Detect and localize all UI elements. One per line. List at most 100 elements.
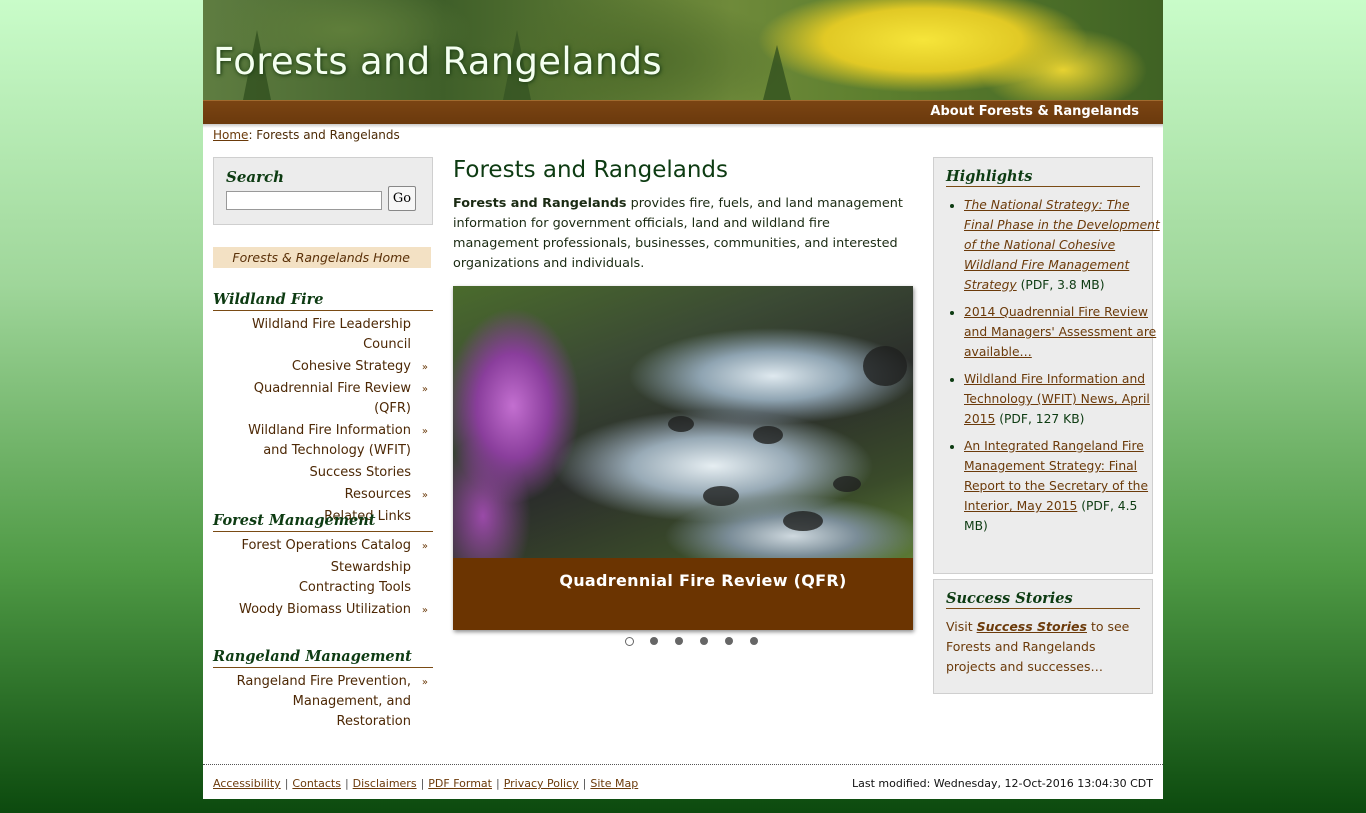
search-go-button[interactable]: Go [388,186,416,211]
highlights-box: Highlights The National Strategy: The Fi… [933,157,1160,574]
footer-links: Accessibility | Contacts | Disclaimers | PDF F… [213,777,638,790]
slide-image-detail [863,346,907,386]
highlight-item: The National Strategy: The Final Phase i… [964,195,1162,295]
site-title: Forests and Rangelands [213,40,662,83]
nav-item-stewardship-contracting[interactable]: Stewardship Contracting Tools [213,558,433,598]
nav-section-title: Wildland Fire [213,291,433,311]
nav-item-label: Quadrennial Fire Review (QFR) [253,381,411,416]
search-input[interactable] [226,191,382,210]
nav-item-label: Cohesive Strategy [291,359,411,374]
about-link[interactable]: About Forests & Rangelands [930,104,1139,119]
footer-link-site-map[interactable]: Site Map [590,777,638,790]
slideshow[interactable]: Quadrennial Fire Review (QFR) [453,286,913,630]
slide-image[interactable] [453,286,913,558]
nav-item-qfr[interactable]: Quadrennial Fire Review (QFR) » [213,379,433,419]
nav-item-resources[interactable]: Resources » [213,485,433,505]
search-heading: Search [226,168,285,186]
success-stories-text: Visit Success Stories to see Forests and… [946,617,1146,677]
nav-item-label: Resources [344,487,411,502]
highlight-item: 2014 Quadrennial Fire Review and Manager… [964,302,1162,362]
search-box: Search Go [213,157,433,225]
nav-list: Wildland Fire Leadership Council Cohesiv… [213,315,433,527]
footer-link-disclaimers[interactable]: Disclaimers [353,777,417,790]
submenu-arrow-icon: » [421,426,428,437]
nav-item-success-stories[interactable]: Success Stories [213,463,433,483]
highlights-title: Highlights [946,168,1140,187]
footer-link-privacy-policy[interactable]: Privacy Policy [504,777,579,790]
top-nav-bar: About Forests & Rangelands [203,100,1163,125]
nav-item-rangeland-fire-prevention[interactable]: Rangeland Fire Prevention, Management, a… [213,672,433,732]
slide-dot-5[interactable] [725,637,733,645]
nav-list: Rangeland Fire Prevention, Management, a… [213,672,433,732]
footer-separator: | [344,777,349,790]
footer-link-pdf-format[interactable]: PDF Format [428,777,492,790]
banner-tree-decoration [763,45,791,100]
nav-item-label: Forest Operations Catalog [241,538,411,553]
page-title: Forests and Rangelands [453,157,729,183]
main-content: Forests and Rangelands Forests and Range… [453,157,913,646]
submenu-arrow-icon: » [421,605,428,616]
nav-list: Forest Operations Catalog » Stewardship C… [213,536,433,620]
footer-link-accessibility[interactable]: Accessibility [213,777,281,790]
nav-item-label: Wildland Fire Leadership Council [251,317,411,352]
slide-image-detail [783,511,823,531]
submenu-arrow-icon: » [421,677,428,688]
breadcrumb: Home: Forests and Rangelands [213,128,400,142]
nav-section-rangeland-management: Rangeland Management Rangeland Fire Prev… [213,648,433,734]
footer-link-contacts[interactable]: Contacts [292,777,341,790]
slide-image-detail [703,486,739,506]
submenu-arrow-icon: » [421,384,428,395]
footer-divider [203,764,1163,765]
highlight-suffix: (PDF, 3.8 MB) [1016,278,1105,292]
success-stories-box: Success Stories Visit Success Stories to… [933,579,1153,694]
success-link-label: Success Stories [976,619,1087,634]
left-sidebar: Search Go Forests & Rangelands Home Wild… [213,157,433,729]
success-text-pre: Visit [946,619,977,634]
nav-item-label: Success Stories [309,465,412,480]
intro-bold: Forests and Rangelands [453,196,627,211]
home-nav-link[interactable]: Forests & Rangelands Home [213,247,431,268]
breadcrumb-current: Forests and Rangelands [256,128,400,142]
nav-item-forest-ops-catalog[interactable]: Forest Operations Catalog » [213,536,433,556]
highlight-link[interactable]: 2014 Quadrennial Fire Review and Manager… [964,305,1156,359]
last-modified: Last modified: Wednesday, 12-Oct-2016 13… [852,777,1153,790]
slide-caption-bar: Quadrennial Fire Review (QFR) [453,558,913,630]
nav-item-woody-biomass[interactable]: Woody Biomass Utilization » [213,600,433,620]
nav-item-label: Wildland Fire Information and Technology… [248,423,411,458]
slide-dot-2[interactable] [650,637,658,645]
slide-dot-1[interactable] [625,637,634,646]
breadcrumb-home-link[interactable]: Home [213,128,248,142]
highlight-suffix: (PDF, 127 KB) [995,412,1085,426]
submenu-arrow-icon: » [421,362,428,373]
slide-caption[interactable]: Quadrennial Fire Review (QFR) [453,571,953,590]
success-stories-title: Success Stories [946,590,1140,609]
footer-separator: | [420,777,425,790]
nav-section-wildland-fire: Wildland Fire Wildland Fire Leadership C… [213,291,433,529]
success-stories-link[interactable]: Success Stories [977,619,1087,634]
nav-section-title: Forest Management [213,512,433,532]
header-banner: Forests and Rangelands [203,0,1163,100]
highlights-list: The National Strategy: The Final Phase i… [948,195,1162,543]
nav-section-forest-management: Forest Management Forest Operations Cata… [213,512,433,622]
slide-image-detail [753,426,783,444]
slide-dot-4[interactable] [700,637,708,645]
highlight-item: An Integrated Rangeland Fire Management … [964,436,1162,536]
slide-dot-3[interactable] [675,637,683,645]
page-container: Forests and Rangelands About Forests & R… [203,0,1163,799]
footer-separator: | [284,777,289,790]
nav-item-wfit[interactable]: Wildland Fire Information and Technology… [213,421,433,461]
nav-section-title: Rangeland Management [213,648,433,668]
nav-item-label: Woody Biomass Utilization [238,602,411,617]
slide-image-detail [668,416,694,432]
nav-item-wflc[interactable]: Wildland Fire Leadership Council [213,315,433,355]
nav-item-label: Rangeland Fire Prevention, Management, a… [236,674,411,729]
nav-item-label: Stewardship Contracting Tools [298,560,411,595]
submenu-arrow-icon: » [421,541,428,552]
highlight-item: Wildland Fire Information and Technology… [964,369,1162,429]
slide-dot-6[interactable] [750,637,758,645]
slide-image-detail [833,476,861,492]
nav-item-cohesive-strategy[interactable]: Cohesive Strategy » [213,357,433,377]
footer-separator: | [495,777,500,790]
submenu-arrow-icon: » [421,490,428,501]
intro-paragraph: Forests and Rangelands provides fire, fu… [453,194,913,274]
